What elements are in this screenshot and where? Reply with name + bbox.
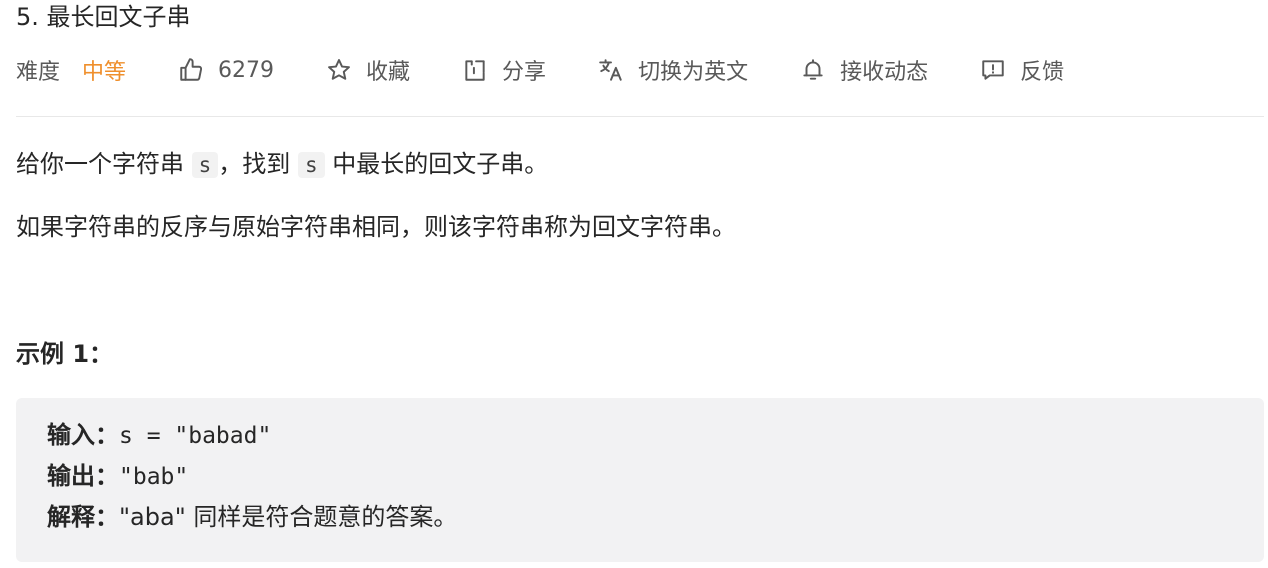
description-paragraph-2: 如果字符串的反序与原始字符串相同，则该字符串称为回文字符串。 bbox=[16, 213, 736, 241]
example-explain-value: "aba" 同样是符合题意的答案。 bbox=[119, 503, 458, 531]
feedback-icon bbox=[980, 57, 1006, 83]
difficulty-label: 难度 bbox=[16, 60, 61, 85]
share-label: 分享 bbox=[502, 60, 547, 85]
share-button[interactable]: 分享 bbox=[462, 54, 546, 86]
description-text: 给你一个字符串 bbox=[16, 150, 192, 178]
difficulty-badge: 中等 bbox=[82, 60, 127, 85]
description-text: ，找到 bbox=[218, 150, 298, 178]
bell-icon bbox=[800, 57, 826, 83]
example-output-value: "bab" bbox=[119, 464, 189, 490]
switch-language-button[interactable]: 切换为英文 bbox=[598, 54, 748, 86]
translate-icon bbox=[598, 57, 624, 83]
example-input-value: s = "babad" bbox=[119, 423, 272, 449]
favorite-label: 收藏 bbox=[366, 60, 411, 85]
example-title: 示例 1： bbox=[16, 340, 114, 368]
feedback-button[interactable]: 反馈 bbox=[980, 54, 1064, 86]
problem-title: 5. 最长回文子串 bbox=[16, 3, 191, 31]
subscribe-button[interactable]: 接收动态 bbox=[800, 54, 928, 86]
star-icon bbox=[326, 57, 352, 83]
description-text: 中最长的回文子串。 bbox=[324, 150, 549, 178]
feedback-label: 反馈 bbox=[1020, 60, 1065, 85]
example-input-line: 输入：s = "babad" bbox=[47, 420, 271, 451]
example-explain-label: 解释： bbox=[47, 503, 119, 531]
share-icon bbox=[462, 57, 488, 83]
header-divider bbox=[16, 116, 1264, 117]
favorite-button[interactable]: 收藏 bbox=[326, 54, 410, 86]
description-paragraph-1: 给你一个字符串 s ，找到 s 中最长的回文子串。 bbox=[16, 146, 548, 183]
subscribe-label: 接收动态 bbox=[840, 60, 929, 85]
like-button[interactable]: 6279 bbox=[178, 57, 274, 83]
example-output-line: 输出："bab" bbox=[47, 461, 188, 492]
example-output-label: 输出： bbox=[47, 462, 119, 490]
thumbs-up-icon bbox=[178, 57, 204, 83]
example-input-label: 输入： bbox=[47, 421, 119, 449]
example-explain-line: 解释："aba" 同样是符合题意的答案。 bbox=[47, 502, 457, 532]
inline-code: s bbox=[191, 152, 219, 178]
problem-meta-bar: 难度 中等 6279 收藏 分享 切换为英文 接收动态 反馈 bbox=[16, 50, 1064, 90]
switch-language-label: 切换为英文 bbox=[638, 60, 749, 85]
like-count: 6279 bbox=[218, 57, 275, 83]
inline-code: s bbox=[297, 152, 325, 178]
example-code-block: 输入：s = "babad" 输出："bab" 解释："aba" 同样是符合题意… bbox=[16, 398, 1264, 562]
